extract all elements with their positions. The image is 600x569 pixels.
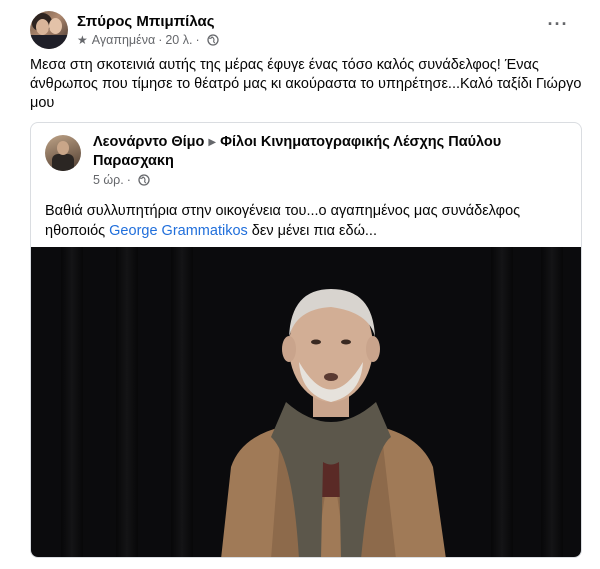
shared-author-avatar[interactable] xyxy=(45,135,81,171)
shared-text: Βαθιά συλλυπητήρια στην οικογένεια του..… xyxy=(45,201,565,241)
shared-author-name[interactable]: Λεονάρντο Θίμο xyxy=(93,134,204,150)
audience-label: Αγαπημένα xyxy=(91,32,156,47)
shared-meta-separator: · xyxy=(126,173,131,187)
post-time[interactable]: 20 λ. xyxy=(165,33,192,48)
post-header-text: Σπύρος Μπιμπίλας ★ Αγαπημένα · 20 λ. · xyxy=(77,13,219,48)
shared-post-time[interactable]: 5 ώρ. xyxy=(93,173,124,187)
shared-meta: 5 ώρ. · xyxy=(93,173,563,187)
triangle-right-icon: ▶ xyxy=(208,137,217,148)
meta-separator: · xyxy=(158,32,163,47)
author-name[interactable]: Σπύρος Μπιμπίλας xyxy=(77,13,219,31)
shared-post-header: Λεονάρντο Θίμο ▶ Φίλοι Κινηματογραφικής Λέ… xyxy=(45,133,567,187)
post-meta: ★ Αγαπημένα · 20 λ. · xyxy=(77,33,219,48)
post-header: Σπύρος Μπιμπίλας ★ Αγαπημένα · 20 λ. · ·… xyxy=(30,10,580,50)
meta-separator-2: · xyxy=(195,32,200,47)
star-icon: ★ xyxy=(77,32,88,47)
globe-icon xyxy=(206,34,219,46)
shared-title: Λεονάρντο Θίμο ▶ Φίλοι Κινηματογραφικής Λέ… xyxy=(93,133,563,171)
more-horizontal-icon[interactable]: ··· xyxy=(546,12,570,36)
shared-text-after: δεν μένει πια εδώ... xyxy=(247,223,377,239)
facebook-post: Σπύρος Μπιμπίλας ★ Αγαπημένα · 20 λ. · ·… xyxy=(0,0,600,569)
shared-post-card[interactable]: Λεονάρντο Θίμο ▶ Φίλοι Κινηματογραφικής Λέ… xyxy=(30,122,582,558)
shared-photo[interactable] xyxy=(31,247,581,557)
globe-icon xyxy=(138,174,150,186)
author-avatar[interactable] xyxy=(30,11,68,49)
post-text: Μεσα στη σκοτεινιά αυτής της μέρας έφυγε… xyxy=(30,57,582,111)
tagged-person-link[interactable]: George Grammatikos xyxy=(109,223,248,239)
actor-portrait xyxy=(221,289,446,557)
shared-header-text: Λεονάρντο Θίμο ▶ Φίλοι Κινηματογραφικής Λέ… xyxy=(93,133,563,187)
